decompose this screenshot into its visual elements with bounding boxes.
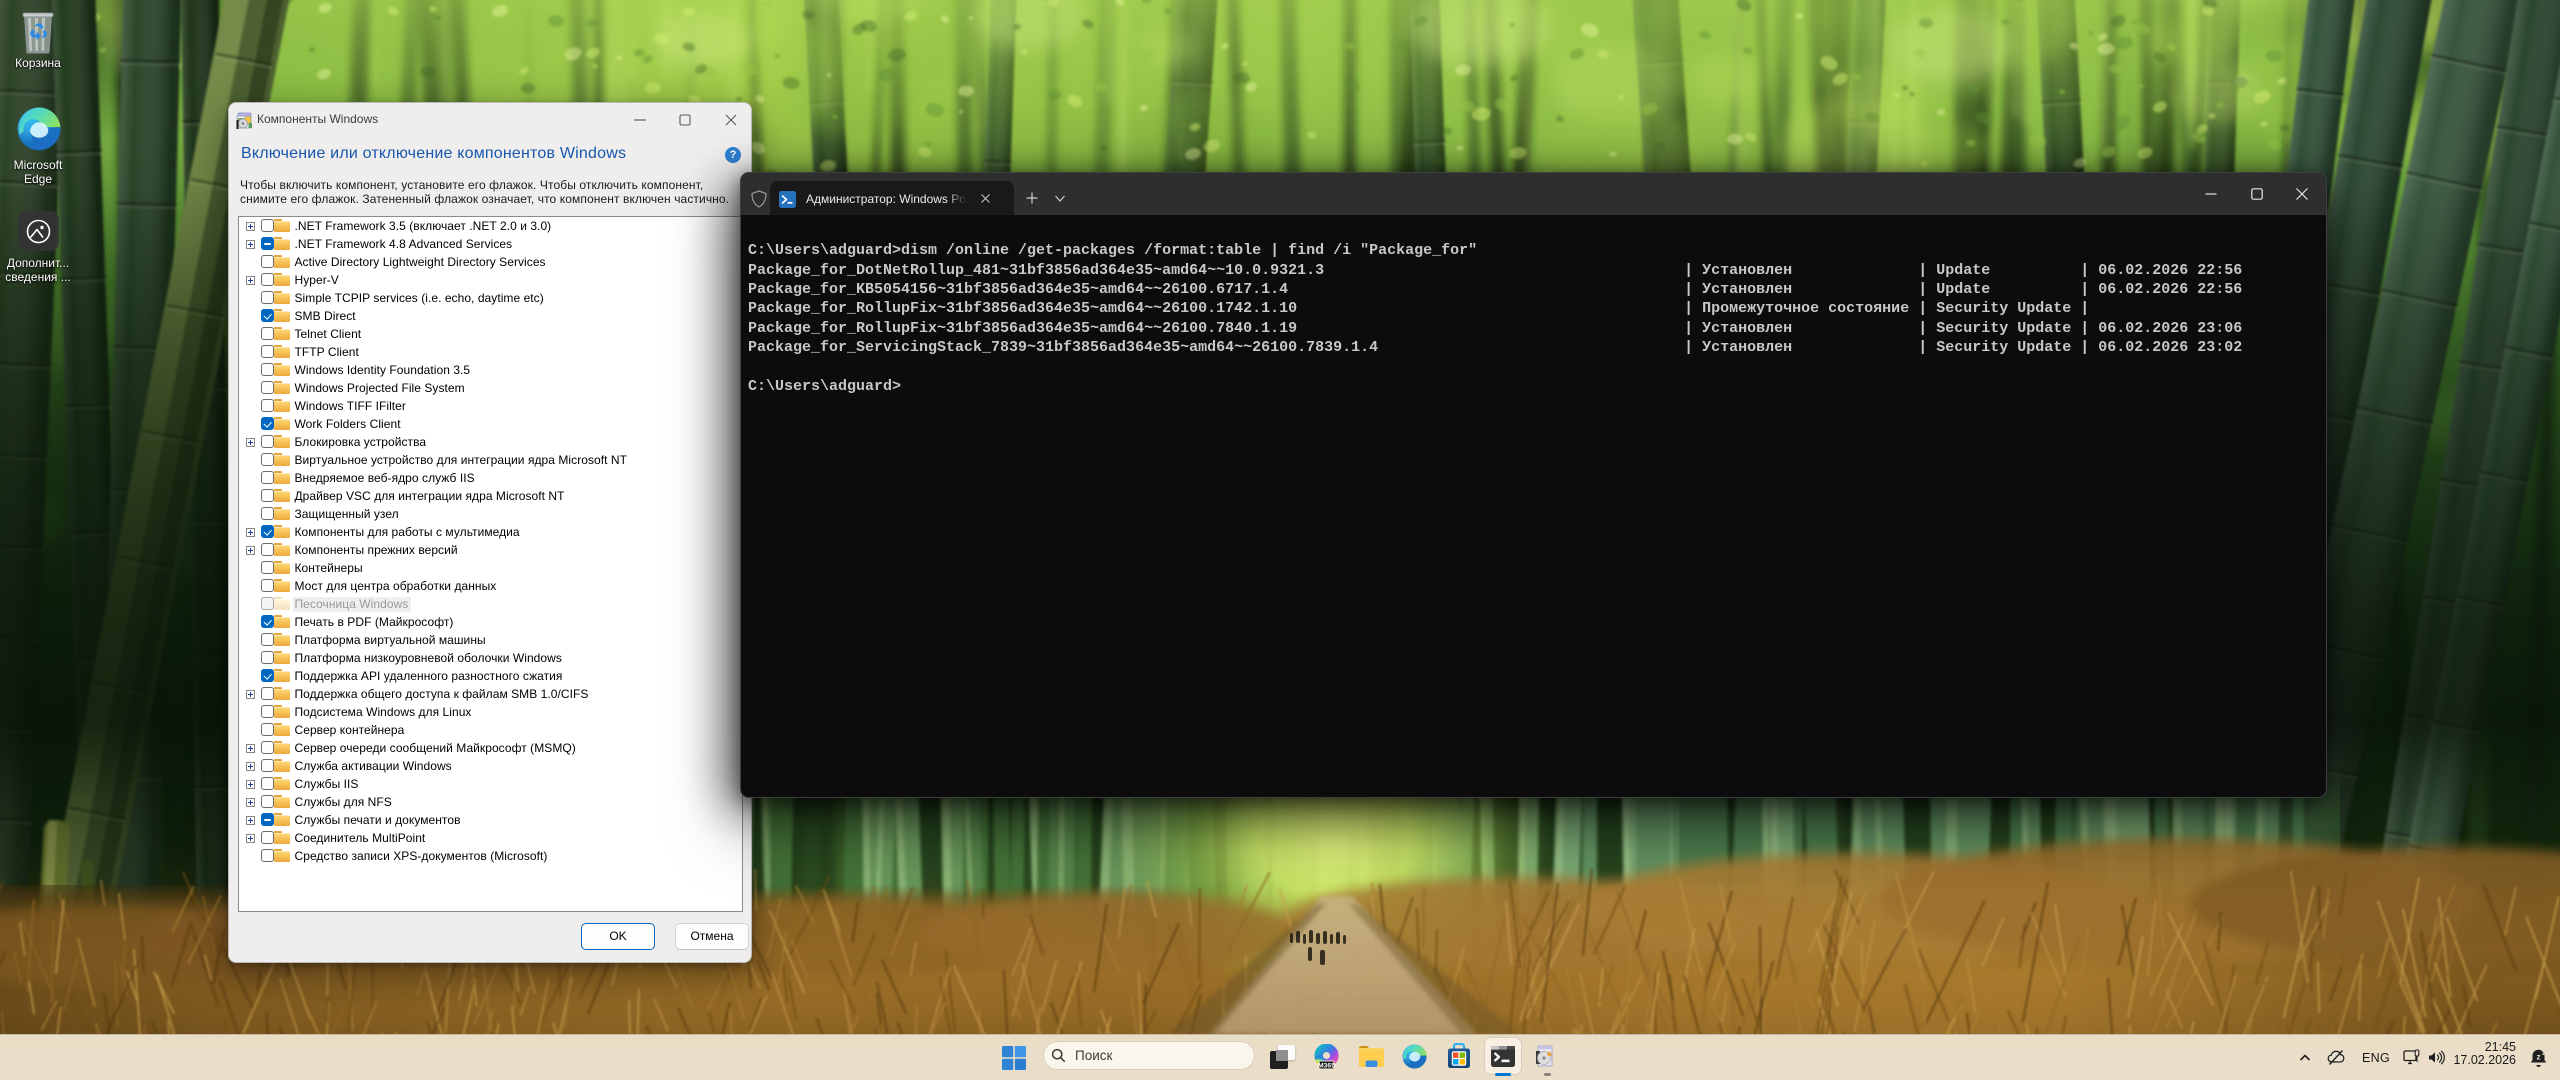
svg-text:z: z <box>2542 1051 2545 1057</box>
svg-text:z: z <box>2537 1053 2541 1062</box>
svg-text:M365: M365 <box>1318 1062 1335 1069</box>
